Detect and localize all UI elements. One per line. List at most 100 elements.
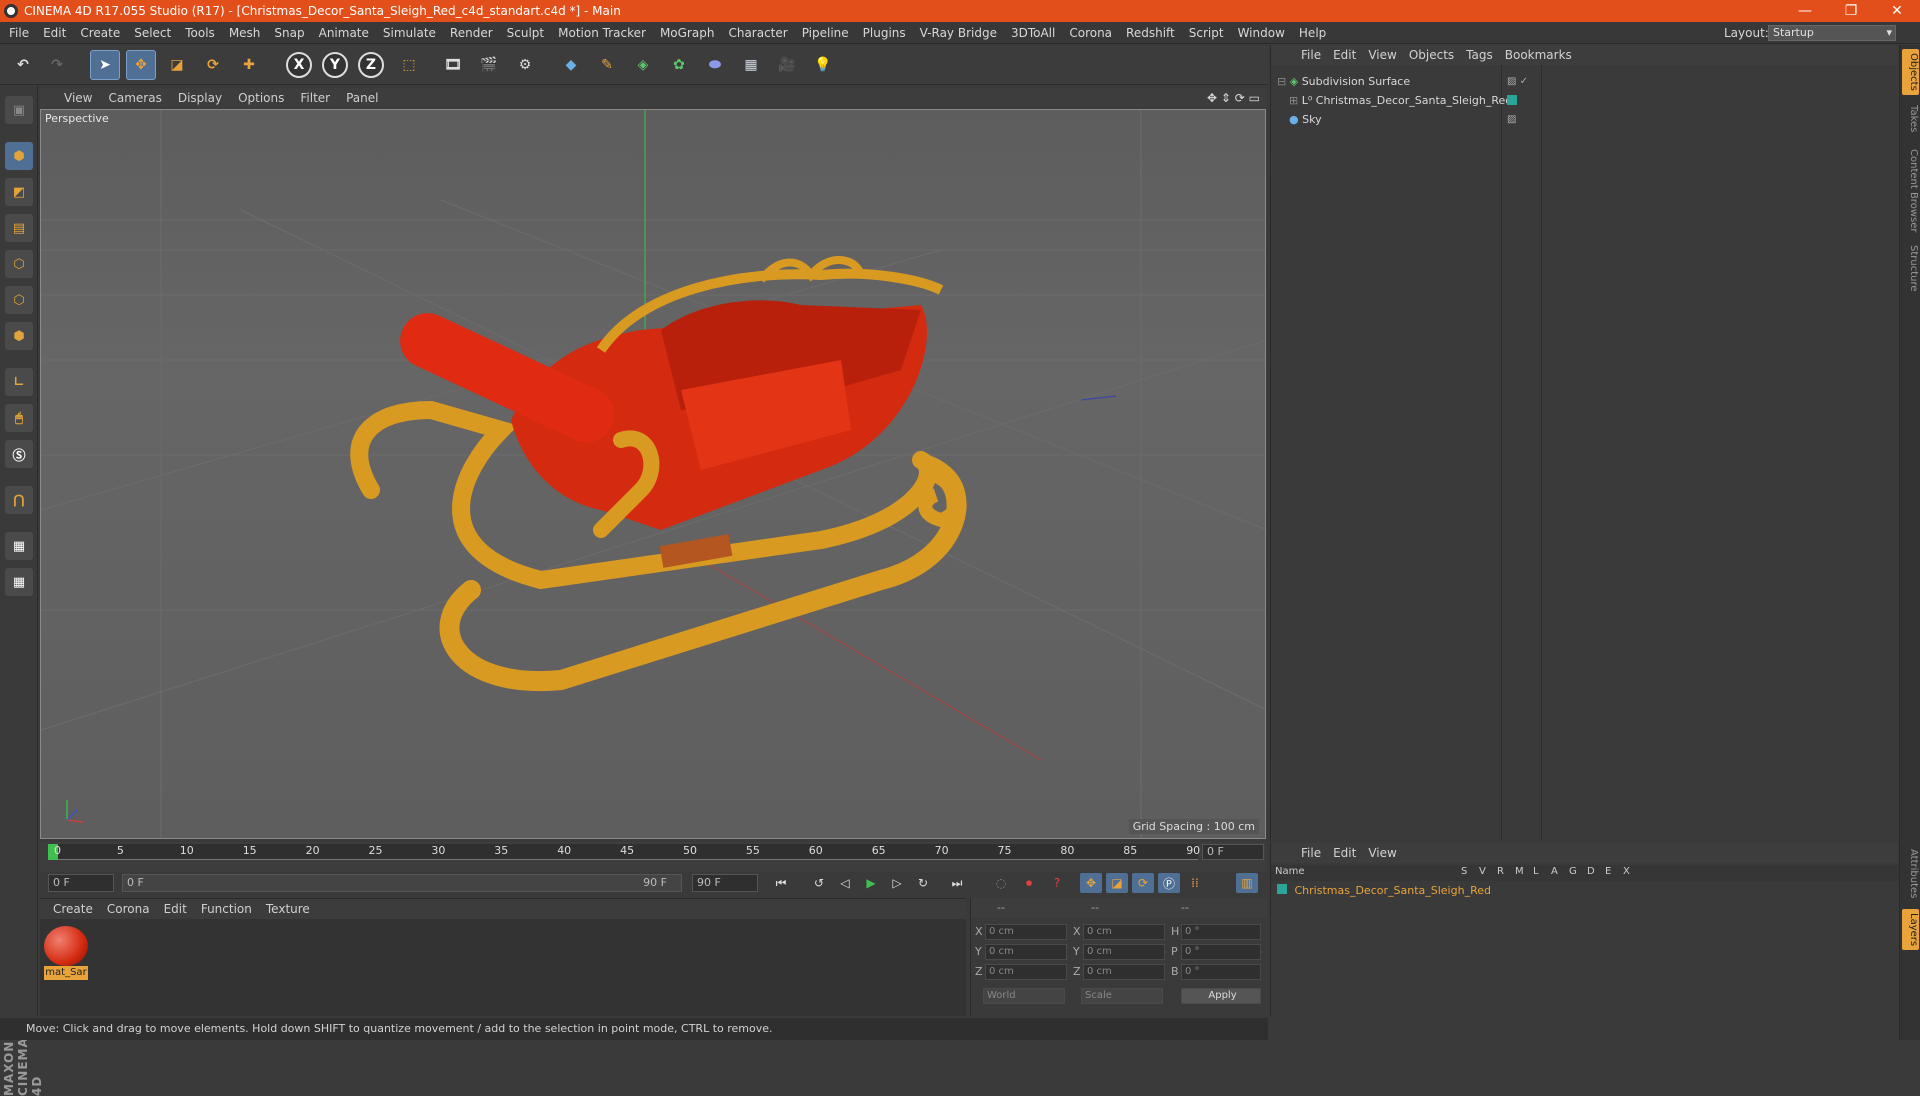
menu-item-window[interactable]: Window: [1231, 22, 1292, 44]
end-frame-field[interactable]: 90 F: [692, 874, 758, 892]
layout-dropdown[interactable]: Startup ▾: [1768, 25, 1896, 41]
tab-content-browser[interactable]: Content Browser: [1902, 145, 1919, 236]
key-parameter-icon[interactable]: Ⓟ: [1158, 873, 1180, 893]
material-menu-corona[interactable]: Corona: [100, 899, 157, 919]
go-to-start-icon[interactable]: ⏮: [770, 873, 792, 893]
scale-tool-icon[interactable]: ◪: [162, 50, 192, 80]
scale-dropdown[interactable]: Scale: [1081, 988, 1163, 1004]
viewport-menu-filter[interactable]: Filter: [292, 88, 338, 108]
texture-mode-icon[interactable]: ◩: [5, 178, 33, 206]
layer-menu-file[interactable]: File: [1295, 843, 1327, 863]
viewport-menu-display[interactable]: Display: [170, 88, 230, 108]
menu-item-3dtoall[interactable]: 3DToAll: [1004, 22, 1062, 44]
layer-column-m[interactable]: M: [1515, 866, 1524, 877]
menu-item-file[interactable]: File: [2, 22, 36, 44]
material-menu-texture[interactable]: Texture: [259, 899, 317, 919]
light-icon[interactable]: 💡: [808, 50, 838, 80]
close-button[interactable]: ✕: [1874, 0, 1920, 22]
render-view-icon[interactable]: 🎞: [438, 50, 468, 80]
previous-frame-icon[interactable]: ◁: [834, 873, 856, 893]
key-rotation-icon[interactable]: ⟳: [1132, 873, 1154, 893]
object-row-subdivision-surface[interactable]: ⊟ ◈ Subdivision Surface: [1277, 73, 1410, 91]
render-settings-icon[interactable]: ⚙: [510, 50, 540, 80]
points-mode-icon[interactable]: ⬡: [5, 250, 33, 278]
timeline-ruler[interactable]: 0 5 10 15 20 25 30 35 40 45 50 55 60 65 70 75 80 85 90 0 F: [40, 842, 1266, 872]
menu-item-plugins[interactable]: Plugins: [856, 22, 913, 44]
layer-color-swatch[interactable]: [1277, 884, 1287, 894]
tab-objects[interactable]: Objects: [1902, 49, 1919, 95]
material-menu-create[interactable]: Create: [46, 899, 100, 919]
timeline-window-icon[interactable]: ▥: [1236, 873, 1258, 893]
apply-button[interactable]: Apply: [1181, 988, 1261, 1004]
tab-structure[interactable]: Structure: [1902, 241, 1919, 296]
make-editable-icon[interactable]: ▣: [5, 96, 33, 124]
transform-tool-icon[interactable]: ✚: [234, 50, 264, 80]
model-mode-icon[interactable]: ⬢: [5, 142, 33, 170]
menu-item-create[interactable]: Create: [73, 22, 127, 44]
menu-item-help[interactable]: Help: [1292, 22, 1333, 44]
redo-icon[interactable]: ↷: [42, 50, 72, 80]
menu-item-select[interactable]: Select: [127, 22, 178, 44]
coord-position-field[interactable]: 0 cm: [985, 964, 1067, 980]
object-menu-objects[interactable]: Objects: [1403, 45, 1460, 65]
layer-column-g[interactable]: G: [1569, 866, 1577, 877]
object-menu-tags[interactable]: Tags: [1460, 45, 1499, 65]
layer-column-r[interactable]: R: [1497, 866, 1504, 877]
snap-magnet-icon[interactable]: ⋂: [5, 486, 33, 514]
y-axis-lock-button[interactable]: Y: [322, 52, 348, 78]
coord-rotation-field[interactable]: 0 °: [1181, 924, 1261, 940]
minimize-button[interactable]: —: [1782, 0, 1828, 22]
undo-icon[interactable]: ↶: [8, 50, 38, 80]
perspective-viewport[interactable]: Perspective Grid Spacing: 100 cm: [40, 109, 1266, 839]
menu-item-edit[interactable]: Edit: [36, 22, 73, 44]
viewport-menu-panel[interactable]: Panel: [338, 88, 386, 108]
menu-item-render[interactable]: Render: [443, 22, 500, 44]
expand-icon[interactable]: ⊞: [1289, 94, 1298, 107]
object-menu-bookmarks[interactable]: Bookmarks: [1499, 45, 1578, 65]
material-menu-function[interactable]: Function: [194, 899, 259, 919]
object-row-sky[interactable]: ● Sky: [1277, 111, 1322, 129]
tweak-mode-icon[interactable]: 🖱: [5, 404, 33, 432]
previous-key-icon[interactable]: ↺: [808, 873, 830, 893]
go-to-end-icon[interactable]: ⏭: [946, 873, 968, 893]
play-forward-icon[interactable]: ▶: [860, 873, 882, 893]
layer-column-l[interactable]: L: [1533, 866, 1539, 877]
workplane-lock-icon[interactable]: ▦: [5, 532, 33, 560]
key-position-icon[interactable]: ✥: [1080, 873, 1102, 893]
keyframe-selection-icon[interactable]: ?: [1046, 873, 1068, 893]
coord-position-field[interactable]: 0 cm: [985, 944, 1067, 960]
layer-row[interactable]: Christmas_Decor_Santa_Sleigh_Red: [1277, 883, 1491, 899]
menu-item-animate[interactable]: Animate: [312, 22, 376, 44]
menu-item-mograph[interactable]: MoGraph: [653, 22, 722, 44]
menu-item-corona[interactable]: Corona: [1062, 22, 1119, 44]
floor-scene-icon[interactable]: ▦: [736, 50, 766, 80]
material-menu-edit[interactable]: Edit: [157, 899, 194, 919]
polygons-mode-icon[interactable]: ⬢: [5, 322, 33, 350]
x-axis-lock-button[interactable]: X: [286, 52, 312, 78]
subdivision-surface-icon[interactable]: ◈: [628, 50, 658, 80]
move-tool-icon[interactable]: ✥: [126, 50, 156, 80]
world-dropdown[interactable]: World: [983, 988, 1065, 1004]
array-generator-icon[interactable]: ✿: [664, 50, 694, 80]
tab-takes[interactable]: Takes: [1902, 101, 1919, 136]
tab-layers[interactable]: Layers: [1902, 909, 1919, 951]
render-picture-viewer-icon[interactable]: 🎬: [474, 50, 504, 80]
viewport-navigation-icons[interactable]: ✥ ⇕ ⟳ ▭: [1207, 88, 1260, 108]
layer-menu-view[interactable]: View: [1362, 843, 1402, 863]
menu-item-v-ray-bridge[interactable]: V-Ray Bridge: [913, 22, 1004, 44]
menu-item-simulate[interactable]: Simulate: [376, 22, 443, 44]
menu-item-mesh[interactable]: Mesh: [222, 22, 268, 44]
edges-mode-icon[interactable]: ⬡: [5, 286, 33, 314]
menu-item-sculpt[interactable]: Sculpt: [500, 22, 551, 44]
menu-item-motion-tracker[interactable]: Motion Tracker: [551, 22, 653, 44]
santa-sleigh-model[interactable]: [350, 256, 967, 692]
coord-rotation-field[interactable]: 0 °: [1181, 944, 1261, 960]
layer-tag-icon[interactable]: ▨: [1507, 114, 1516, 125]
viewport-menu-view[interactable]: View: [56, 88, 100, 108]
cube-primitive-icon[interactable]: ◆: [556, 50, 586, 80]
camera-icon[interactable]: 🎥: [772, 50, 802, 80]
layer-column-d[interactable]: D: [1587, 866, 1595, 877]
coord-position-field[interactable]: 0 cm: [985, 924, 1067, 940]
layer-color-swatch[interactable]: [1507, 95, 1517, 105]
tab-attributes[interactable]: Attributes: [1902, 845, 1919, 902]
